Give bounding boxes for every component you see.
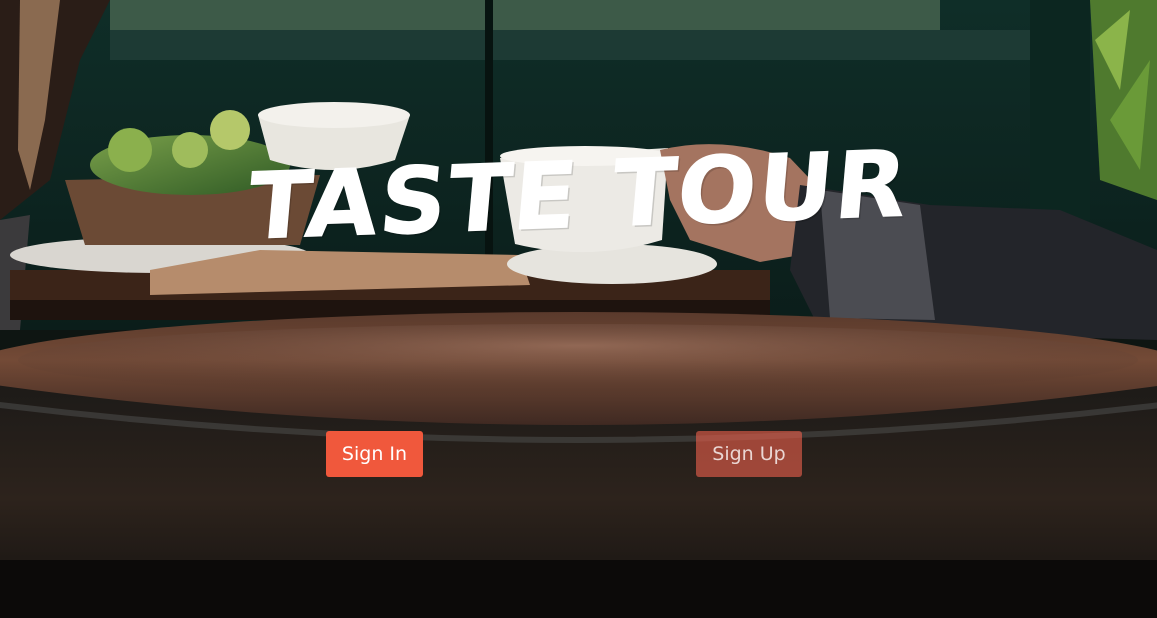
hero-section: TASTE TOUR Sign In Sign Up — [0, 0, 1157, 618]
hero-background-photo — [0, 0, 1157, 618]
sign-up-button[interactable]: Sign Up — [696, 431, 802, 477]
sign-in-button[interactable]: Sign In — [326, 431, 423, 477]
